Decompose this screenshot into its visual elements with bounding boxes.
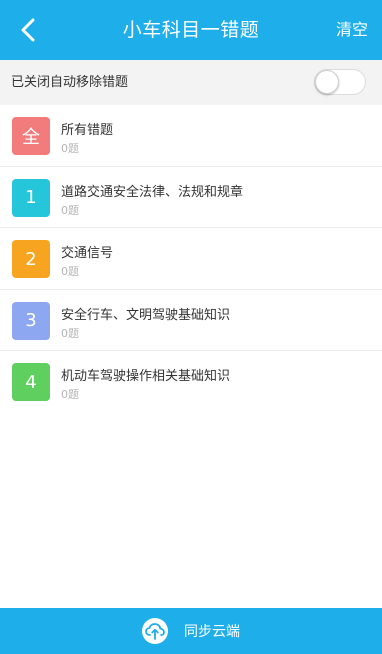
header-bar: 小车科目一错题 清空 bbox=[0, 0, 382, 60]
category-title: 所有错题 bbox=[61, 123, 114, 138]
auto-remove-label: 已关闭自动移除错题 bbox=[11, 75, 129, 90]
cloud-sync-icon bbox=[142, 618, 168, 644]
category-count: 0题 bbox=[61, 388, 79, 401]
category-item-2[interactable]: 2 交通信号 0题 bbox=[0, 228, 382, 290]
sync-label: 同步云端 bbox=[184, 624, 240, 640]
category-item-3[interactable]: 3 安全行车、文明驾驶基础知识 0题 bbox=[0, 290, 382, 351]
category-title: 交通信号 bbox=[61, 246, 114, 261]
category-badge: 2 bbox=[12, 240, 50, 278]
category-badge: 1 bbox=[12, 178, 50, 217]
category-count: 0题 bbox=[61, 326, 79, 340]
category-title: 机动车驾驶操作相关基础知识 bbox=[61, 369, 231, 384]
category-count: 0题 bbox=[61, 142, 79, 155]
category-badge: 全 bbox=[12, 117, 50, 155]
category-list: 全 所有错题 0题 1 道路交通安全法律、法规和规章 0题 2 交通信号 0题 … bbox=[0, 105, 382, 413]
page-title: 小车科目一错题 bbox=[122, 19, 260, 41]
category-badge: 4 bbox=[12, 363, 50, 401]
sync-cloud-button[interactable]: 同步云端 bbox=[0, 608, 382, 654]
category-title: 道路交通安全法律、法规和规章 bbox=[61, 184, 244, 200]
category-title: 安全行车、文明驾驶基础知识 bbox=[61, 307, 231, 323]
category-item-all[interactable]: 全 所有错题 0题 bbox=[0, 105, 382, 167]
category-count: 0题 bbox=[61, 265, 79, 278]
category-item-4[interactable]: 4 机动车驾驶操作相关基础知识 0题 bbox=[0, 351, 382, 413]
auto-remove-row: 已关闭自动移除错题 bbox=[0, 60, 382, 105]
category-badge: 3 bbox=[12, 301, 50, 340]
category-count: 0题 bbox=[61, 203, 79, 217]
category-item-1[interactable]: 1 道路交通安全法律、法规和规章 0题 bbox=[0, 167, 382, 228]
auto-remove-toggle[interactable] bbox=[314, 69, 366, 95]
clear-button[interactable]: 清空 bbox=[336, 0, 368, 60]
toggle-knob bbox=[315, 70, 339, 94]
